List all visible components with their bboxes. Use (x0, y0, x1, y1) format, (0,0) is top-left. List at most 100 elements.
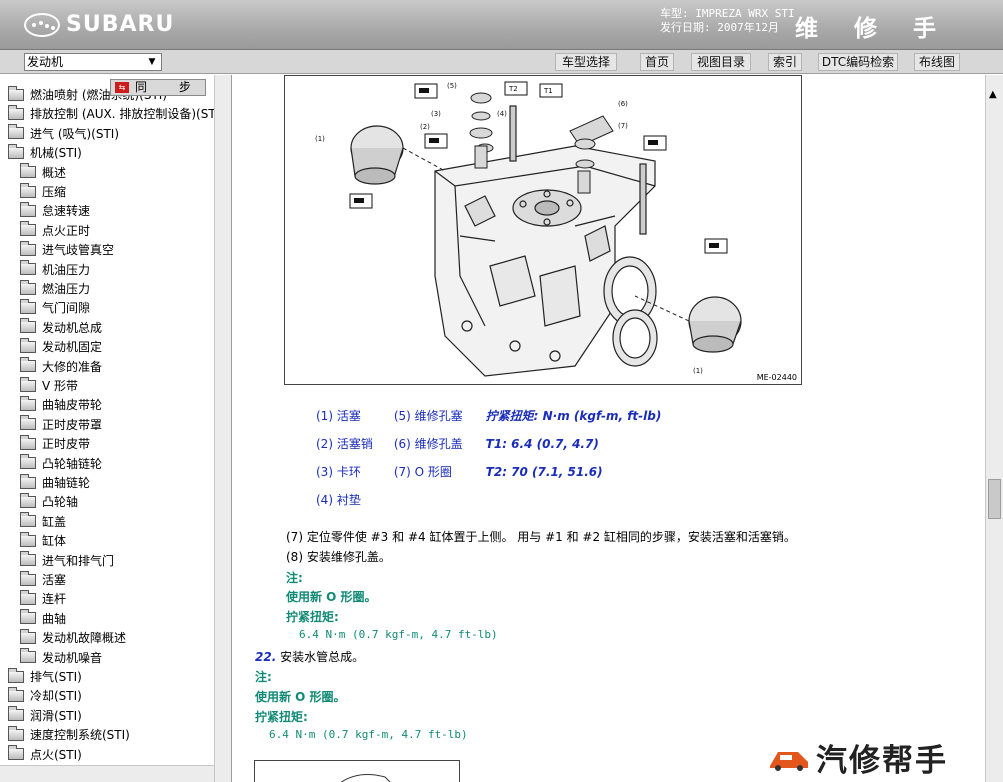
tree-leaf-item[interactable]: 点火正时 (20, 221, 90, 240)
model-line: 车型: IMPREZA WRX STI (660, 7, 795, 20)
fig-label-2: (2) (420, 123, 430, 131)
home-button[interactable]: 首页 (640, 53, 674, 71)
tree-leaf-item[interactable]: 活塞 (20, 570, 66, 589)
fig-label-t2: T2 (508, 85, 518, 93)
tree-section-item[interactable]: 排气(STI) (8, 667, 82, 686)
tree-leaf-item[interactable]: 怠速转速 (20, 201, 90, 220)
dtc-search-button[interactable]: DTC编码检索 (818, 53, 898, 71)
folder-icon (20, 376, 36, 392)
torque-1-label: 拧紧扭矩: (286, 610, 339, 624)
folder-icon (20, 163, 36, 179)
tree-leaf-item[interactable]: 凸轮轴链轮 (20, 454, 102, 473)
model-select-button[interactable]: 车型选择 (555, 53, 617, 71)
tree-item-label: 发动机总成 (42, 320, 103, 335)
tree-item-label: 点火(STI) (30, 747, 82, 762)
folder-icon (8, 85, 24, 101)
tree-leaf-item[interactable]: 曲轴链轮 (20, 473, 90, 492)
tree-item-label: 速度控制系统(STI) (30, 728, 130, 743)
tree-leaf-item[interactable]: 发动机固定 (20, 337, 102, 356)
folder-icon (8, 667, 24, 683)
tree-leaf-item[interactable]: 进气和排气门 (20, 551, 114, 570)
scroll-thumb[interactable] (988, 479, 1001, 519)
tree-leaf-item[interactable]: 压缩 (20, 182, 66, 201)
tree-leaf-item[interactable]: 进气歧管真空 (20, 240, 114, 259)
note-1-text: 使用新 O 形圈。 (286, 590, 377, 604)
folder-icon (8, 706, 24, 722)
navigation-tree: 燃油喷射 (燃油系统)(STI) 排放控制 (AUX. 排放控制设备)(STI) 进… (0, 75, 232, 782)
tree-item-label: 点火正时 (42, 223, 91, 238)
section-select[interactable]: 发动机 ▼ (24, 53, 162, 71)
tree-leaf-item[interactable]: 机油压力 (20, 260, 90, 279)
next-figure-box (254, 760, 460, 782)
legend-row-4: (4) 衬垫 (316, 493, 361, 507)
tree-item-label: 压缩 (42, 185, 67, 199)
folder-icon (20, 531, 36, 547)
tree-item-label: 大修的准备 (42, 359, 103, 374)
tree-item-label: 概述 (42, 165, 67, 180)
tree-leaf-item[interactable]: 发动机故障概述 (20, 628, 126, 647)
folder-icon (20, 589, 36, 605)
folder-icon (20, 609, 36, 625)
tree-leaf-item[interactable]: 曲轴 (20, 609, 66, 628)
tree-item-label: 机油压力 (42, 262, 91, 277)
tree-section-item[interactable]: 速度控制系统(STI) (8, 725, 130, 744)
tree-leaf-item[interactable]: 凸轮轴 (20, 492, 78, 511)
tree-vertical-scrollbar[interactable] (214, 75, 231, 782)
fig-label-4: (4) (497, 110, 507, 118)
tree-leaf-item[interactable]: 连杆 (20, 589, 66, 608)
tree-leaf-item[interactable]: 燃油压力 (20, 279, 90, 298)
tree-leaf-item[interactable]: 缸体 (20, 531, 66, 550)
fig-label-5: (5) (447, 82, 457, 90)
fig-label-3: (3) (431, 110, 441, 118)
step-8: (8) 安装维修孔盖。 (286, 550, 391, 564)
folder-icon (20, 454, 36, 470)
fig-label-t1: T1 (543, 87, 553, 95)
tree-leaf-item[interactable]: 概述 (20, 163, 66, 182)
tree-leaf-item[interactable]: 正时皮带 (20, 434, 90, 453)
watermark: 汽修帮手 (768, 735, 948, 780)
tree-leaf-item[interactable]: 曲轴皮带轮 (20, 395, 102, 414)
tree-leaf-item[interactable]: V 形带 (20, 376, 78, 395)
logo-text: SUBARU (66, 12, 175, 37)
tree-leaf-item[interactable]: 正时皮带罩 (20, 415, 102, 434)
tree-section-item[interactable]: 进气 (吸气)(STI) (8, 124, 119, 143)
scroll-up-icon[interactable]: ▲ (989, 89, 997, 100)
tree-leaf-item[interactable]: 缸盖 (20, 512, 66, 531)
sync-button[interactable]: ⇆ 同 步 (110, 79, 206, 96)
torque-2-label: 拧紧扭矩: (255, 710, 308, 724)
view-catalog-button[interactable]: 视图目录 (691, 53, 751, 71)
index-button[interactable]: 索引 (768, 53, 802, 71)
tree-leaf-item[interactable]: 发动机总成 (20, 318, 102, 337)
folder-icon (20, 357, 36, 373)
folder-icon (20, 279, 36, 295)
tree-leaf-item[interactable]: 发动机噪音 (20, 648, 102, 667)
car-logo-icon (770, 751, 808, 771)
tree-item-label: 排放控制 (AUX. 排放控制设备)(STI) (30, 107, 224, 122)
next-figure-illustration (340, 774, 391, 782)
tree-section-item[interactable]: 冷却(STI) (8, 686, 82, 705)
tree-item-label: V 形带 (42, 379, 79, 393)
tree-item-label: 进气 (吸气)(STI) (30, 126, 120, 141)
tree-leaf-item[interactable]: 大修的准备 (20, 357, 102, 376)
wiring-diagram-button[interactable]: 布线图 (914, 53, 960, 71)
folder-icon (20, 318, 36, 334)
content-vertical-scrollbar[interactable]: ▲ (985, 75, 1003, 782)
tree-section-item[interactable]: 点火(STI) (8, 745, 82, 764)
legend-row-1: (1) 活塞 (5) 维修孔塞 拧紧扭矩: N·m (kgf-m, ft-lb) (316, 409, 662, 423)
tree-section-item[interactable]: 润滑(STI) (8, 706, 82, 725)
tree-item-label: 进气歧管真空 (42, 243, 115, 258)
tree-horizontal-scrollbar[interactable] (0, 765, 214, 782)
section-select-value: 发动机 (27, 55, 64, 69)
tree-section-item[interactable]: 排放控制 (AUX. 排放控制设备)(STI) (8, 104, 224, 123)
tree-section-item[interactable]: 机械(STI) (8, 143, 82, 162)
fig-label-1b: (1) (693, 367, 703, 375)
folder-icon (20, 182, 36, 198)
folder-icon (20, 395, 36, 411)
tree-leaf-item[interactable]: 气门间隙 (20, 298, 90, 317)
note-2-text: 使用新 O 形圈。 (255, 690, 346, 704)
toolbar: 发动机 ▼ 车型选择 首页 视图目录 索引 DTC编码检索 布线图 (0, 50, 1003, 74)
folder-icon (20, 260, 36, 276)
folder-icon (20, 648, 36, 664)
chevron-down-icon[interactable]: ▼ (145, 54, 159, 70)
folder-icon (20, 201, 36, 217)
